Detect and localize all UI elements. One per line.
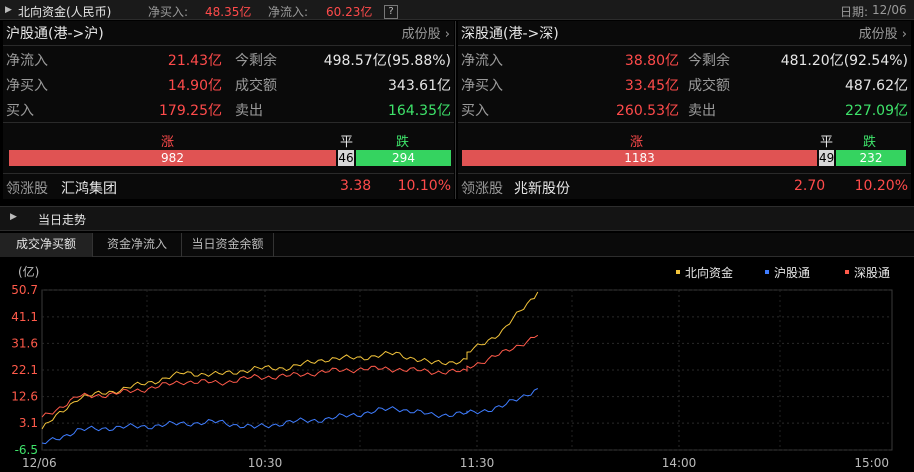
north-fund-title: 北向资金(人民币) [18, 5, 112, 19]
sz-sell-label: 卖出 [688, 103, 716, 119]
chevron-right-icon: › [440, 27, 450, 42]
top-bar: ▶ 北向资金(人民币) 净买入: 48.35亿 净流入: 60.23亿 ? 日期… [0, 0, 914, 20]
sz-net-inflow-label: 净流入 [461, 53, 503, 69]
sh-flat-label: 平 [340, 135, 354, 150]
sh-up-label: 涨 [161, 135, 175, 150]
sh-net-buy-value: 14.90亿 [167, 78, 222, 94]
collapse-caret-icon[interactable]: ▶ [10, 212, 17, 222]
sh-turnover-value: 343.61亿 [388, 78, 451, 94]
x-tick-label: 12/06 [22, 456, 57, 470]
sz-remaining-value: 481.20亿(92.54%) [780, 53, 908, 69]
sh-remaining-label: 今剩余 [235, 53, 277, 69]
y-tick-label: 3.1 [19, 416, 38, 430]
sh-connect-panel: 沪股通(港->沪) 成份股 › 净流入 21.43亿 今剩余 498.57亿(9… [3, 21, 454, 199]
sz-flat-label: 平 [820, 135, 834, 150]
sz-leader-name[interactable]: 兆新股份 [514, 178, 570, 198]
trend-header: ▶ 当日走势 [0, 206, 914, 231]
sz-sell-value: 227.09亿 [845, 103, 908, 119]
sz-flat-bar: 49 [819, 150, 835, 166]
sh-leader-label: 领涨股 [6, 181, 48, 197]
north-fund-chart: 50.7 41.1 31.6 22.1 12.6 3.1 -6.5 (亿) 12/06 10:30… [11, 264, 893, 470]
tab-balance[interactable]: 当日资金余额 [182, 233, 274, 257]
sz-remaining-label: 今剩余 [688, 53, 730, 69]
sh-net-inflow-value: 21.43亿 [167, 53, 222, 69]
sh-net-inflow-label: 净流入 [6, 53, 48, 69]
sz-down-bar: 232 [836, 150, 906, 166]
sh-down-bar: 294 [356, 150, 451, 166]
x-tick-label: 14:00 [662, 456, 697, 470]
sh-leader-price: 3.38 [340, 178, 372, 194]
legend-swatch [845, 270, 849, 274]
x-tick-label: 11:30 [460, 456, 495, 470]
sh-buy-value: 179.25亿 [159, 103, 222, 119]
sz-leader-label: 领涨股 [461, 181, 503, 197]
net-inflow-value: 60.23亿 [326, 5, 373, 19]
y-axis-label: (亿) [18, 264, 39, 279]
date-value: 12/06 [872, 3, 907, 17]
sh-net-buy-label: 净买入 [6, 78, 48, 94]
sz-leader-price: 2.70 [794, 178, 826, 194]
sh-flat-bar: 46 [338, 150, 354, 166]
sh-title: 沪股通(港->沪) [6, 26, 104, 42]
sz-net-inflow-value: 38.80亿 [624, 53, 679, 69]
sz-constituents-dropdown[interactable]: 成份股 › [859, 23, 907, 42]
chart-tabs: 成交净买额 资金净流入 当日资金余额 [0, 233, 914, 257]
sh-turnover-label: 成交额 [235, 78, 277, 94]
net-buy-value: 48.35亿 [205, 5, 252, 19]
y-tick-label: 31.6 [11, 336, 38, 350]
date-label: 日期: [840, 5, 869, 19]
net-inflow-label: 净流入: [268, 5, 309, 19]
sh-sell-label: 卖出 [235, 103, 263, 119]
y-tick-label: 12.6 [11, 390, 38, 404]
sz-up-bar: 1183 [462, 150, 817, 166]
y-tick-label: 50.7 [11, 283, 38, 297]
y-tick-label: 22.1 [11, 363, 38, 377]
y-tick-label: -6.5 [15, 443, 38, 457]
tab-net-inflow[interactable]: 资金净流入 [93, 233, 182, 257]
sz-buy-value: 260.53亿 [616, 103, 679, 119]
sz-turnover-value: 487.62亿 [845, 78, 908, 94]
chevron-right-icon: › [897, 27, 907, 42]
trend-title: 当日走势 [38, 213, 87, 227]
sz-leader-pct: 10.20% [854, 178, 908, 194]
net-buy-label: 净买入: [148, 5, 189, 19]
x-tick-label: 15:00 [854, 456, 889, 470]
tab-net-buy[interactable]: 成交净买额 [0, 233, 93, 257]
sz-net-buy-value: 33.45亿 [624, 78, 679, 94]
sz-buy-label: 买入 [461, 103, 489, 119]
sz-title: 深股通(港->深) [461, 26, 559, 42]
panel-divider [455, 21, 456, 199]
legend-label: 北向资金 [685, 265, 733, 280]
sh-leader-name[interactable]: 汇鸿集团 [61, 178, 117, 198]
legend-swatch [765, 270, 769, 274]
legend-swatch [676, 270, 680, 274]
sz-up-label: 涨 [630, 135, 644, 150]
x-tick-label: 10:30 [248, 456, 283, 470]
sh-down-label: 跌 [396, 135, 410, 150]
sz-turnover-label: 成交额 [688, 78, 730, 94]
expand-caret-icon[interactable]: ▶ [5, 5, 12, 15]
legend-label: 沪股通 [774, 266, 810, 280]
sh-remaining-value: 498.57亿(95.88%) [323, 53, 451, 69]
sz-connect-panel: 深股通(港->深) 成份股 › 净流入 38.80亿 今剩余 481.20亿(9… [458, 21, 911, 199]
sh-buy-label: 买入 [6, 103, 34, 119]
y-tick-label: 41.1 [11, 310, 38, 324]
legend-label: 深股通 [854, 266, 890, 280]
sh-sell-value: 164.35亿 [388, 103, 451, 119]
sh-up-bar: 982 [9, 150, 336, 166]
sz-down-label: 跌 [863, 135, 877, 150]
sz-net-buy-label: 净买入 [461, 78, 503, 94]
sh-constituents-dropdown[interactable]: 成份股 › [402, 23, 450, 42]
north-fund-line [41, 291, 539, 430]
sh-leader-pct: 10.10% [397, 178, 451, 194]
sz-connect-line [41, 334, 539, 418]
